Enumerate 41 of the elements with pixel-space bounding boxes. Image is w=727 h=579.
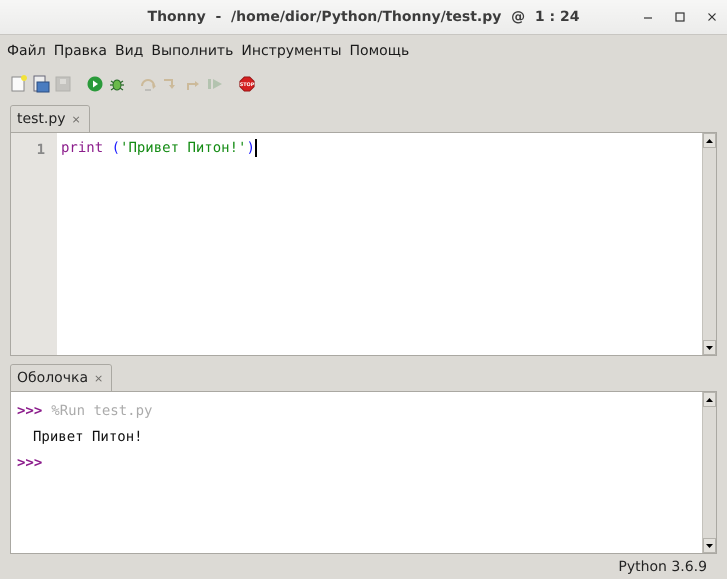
toolbar-button[interactable]: [86, 75, 104, 93]
menu-item[interactable]: Вид: [110, 43, 148, 59]
scroll-down-icon[interactable]: [706, 544, 713, 548]
parenthesis: ): [246, 139, 255, 157]
parenthesis: (: [112, 139, 120, 157]
play-icon: [87, 76, 103, 92]
toolbar-button[interactable]: [32, 75, 50, 93]
scroll-down-icon[interactable]: [706, 346, 713, 350]
scroll-up-icon[interactable]: [706, 398, 713, 402]
python-version: Python 3.6.9: [618, 558, 707, 574]
shell-prompt: >>>: [17, 402, 42, 420]
run-command: %Run test.py: [51, 402, 152, 420]
program-output: Привет Питон!: [32, 428, 143, 446]
menu-item[interactable]: Инструменты: [237, 43, 346, 59]
scroll-up-icon[interactable]: [706, 138, 713, 142]
new-file-icon: [10, 75, 28, 93]
code-editor[interactable]: 1 print ('Привет Питон!'): [10, 132, 717, 356]
document-icon: [32, 75, 50, 93]
string-literal: 'Привет Питон!': [120, 139, 246, 157]
close-tab-icon[interactable]: ×: [72, 112, 81, 126]
menu-item[interactable]: Помощь: [346, 43, 414, 59]
file-tab[interactable]: test.py ×: [10, 105, 90, 132]
toolbar-button[interactable]: [10, 75, 28, 93]
save-icon: [54, 75, 72, 93]
resume-icon: [206, 76, 224, 92]
menu-item[interactable]: Файл: [3, 43, 50, 59]
window-title: Thonny - /home/dior/Python/Thonny/test.py @ 1 : 24: [148, 9, 580, 25]
text-cursor: [254, 139, 257, 157]
menu-item[interactable]: Правка: [50, 43, 111, 59]
close-icon[interactable]: [707, 12, 717, 22]
line-number: 1: [36, 141, 45, 159]
shell-tab[interactable]: Оболочка ×: [10, 364, 112, 391]
step-over-icon: [140, 76, 158, 92]
maximize-icon[interactable]: [675, 12, 685, 22]
menu-item[interactable]: Выполнить: [147, 43, 238, 59]
vertical-scrollbar[interactable]: [702, 392, 716, 553]
shell-console[interactable]: >>> %Run test.py Привет Питон! >>>: [10, 391, 717, 554]
close-tab-icon[interactable]: ×: [94, 372, 104, 384]
shell-prompt: >>>: [17, 454, 42, 472]
keyword: print: [61, 139, 104, 157]
vertical-scrollbar[interactable]: [702, 133, 716, 355]
